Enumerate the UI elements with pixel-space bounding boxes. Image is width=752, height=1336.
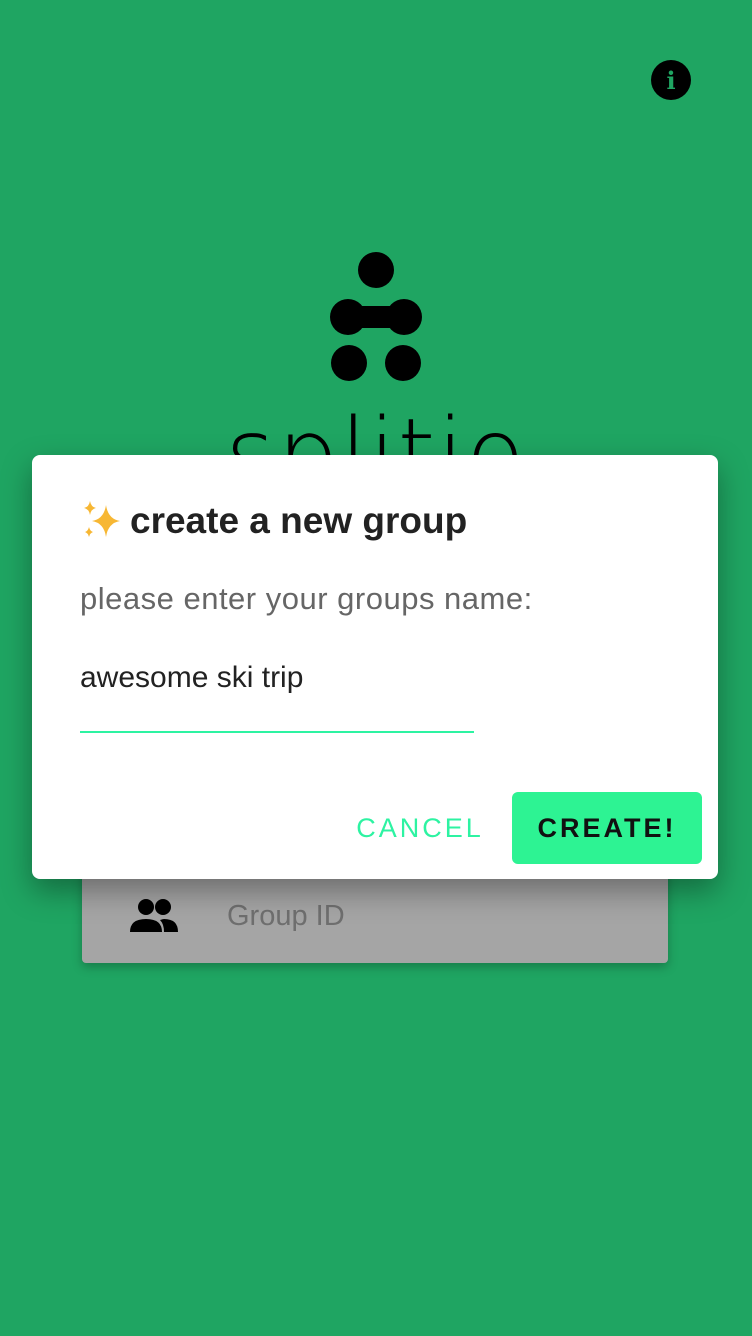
cancel-button[interactable]: CANCEL [340, 792, 500, 864]
create-button[interactable]: CREATE! [512, 792, 702, 864]
splitio-logo-icon [330, 252, 422, 381]
info-icon: i [666, 65, 676, 95]
group-name-input[interactable] [80, 655, 474, 733]
info-button[interactable]: i [651, 60, 691, 100]
sparkles-icon [84, 501, 120, 537]
group-id-placeholder: Group ID [227, 900, 345, 932]
dialog-title-text: create a new group [130, 500, 468, 541]
group-icon [130, 899, 178, 932]
dialog-title: create a new group [80, 499, 467, 543]
create-group-dialog: create a new group please enter your gro… [32, 455, 718, 879]
dialog-prompt: please enter your groups name: [80, 581, 533, 616]
